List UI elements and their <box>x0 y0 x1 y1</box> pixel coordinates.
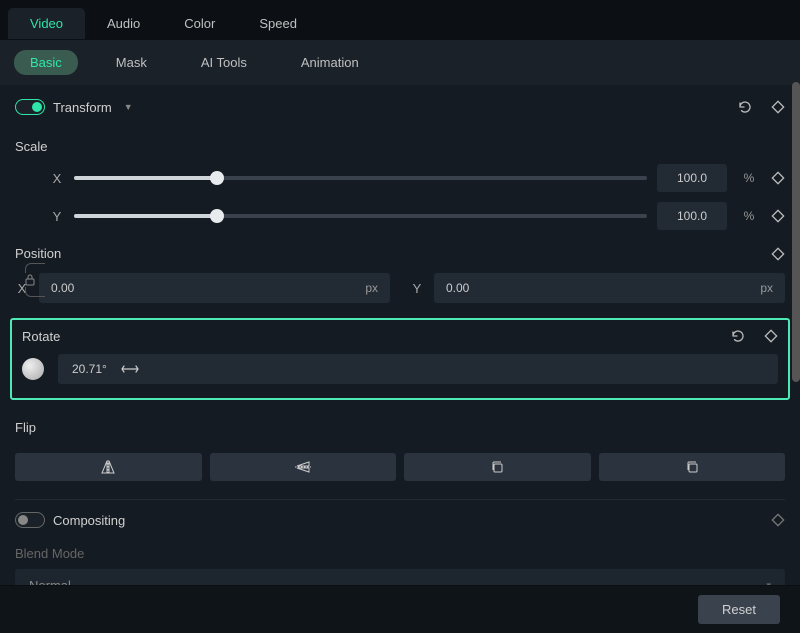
reset-button[interactable]: Reset <box>698 595 780 624</box>
scale-label: Scale <box>15 129 785 164</box>
position-row: X 0.00 px Y 0.00 px <box>15 273 785 303</box>
tab-audio[interactable]: Audio <box>85 8 162 39</box>
sub-tabs: Basic Mask AI Tools Animation <box>0 40 800 85</box>
reset-icon[interactable] <box>730 328 746 344</box>
position-x-unit: px <box>365 281 378 295</box>
rotate-label: Rotate <box>22 329 60 344</box>
tab-color[interactable]: Color <box>162 8 237 39</box>
scale-x-unit: % <box>737 171 761 185</box>
subtab-mask[interactable]: Mask <box>100 50 163 75</box>
scale-x-axis-label: X <box>50 171 64 186</box>
scale-y-axis-label: Y <box>50 209 64 224</box>
top-tabs: Video Audio Color Speed <box>0 0 800 40</box>
tab-speed[interactable]: Speed <box>237 8 319 39</box>
flip-row <box>15 453 785 481</box>
keyframe-icon[interactable] <box>771 171 785 185</box>
content-panel: Transform ▼ Scale X 100.0 % Y <box>0 85 800 616</box>
scale-y-value[interactable]: 100.0 <box>657 202 727 230</box>
scale-x-thumb[interactable] <box>210 171 224 185</box>
rotate-knob[interactable] <box>22 358 44 380</box>
copy-icon <box>490 460 504 474</box>
keyframe-icon[interactable] <box>771 209 785 223</box>
flip-label: Flip <box>15 410 785 445</box>
scale-y-thumb[interactable] <box>210 209 224 223</box>
scale-y-slider[interactable] <box>74 214 647 218</box>
flip-horizontal-icon <box>100 460 116 474</box>
blend-mode-label: Blend Mode <box>15 546 785 561</box>
tab-video[interactable]: Video <box>8 8 85 39</box>
lock-link[interactable] <box>15 263 45 297</box>
position-y-unit: px <box>760 281 773 295</box>
scale-y-unit: % <box>737 209 761 223</box>
compositing-label: Compositing <box>53 513 125 528</box>
scale-x-value[interactable]: 100.0 <box>657 164 727 192</box>
keyframe-icon[interactable] <box>764 329 778 343</box>
transform-label: Transform <box>53 100 112 115</box>
paste-button[interactable] <box>599 453 786 481</box>
subtab-ai-tools[interactable]: AI Tools <box>185 50 263 75</box>
lock-icon <box>24 273 36 287</box>
chevron-down-icon[interactable]: ▼ <box>124 102 133 112</box>
reset-icon[interactable] <box>737 99 753 115</box>
position-y-input[interactable]: 0.00 px <box>434 273 785 303</box>
position-x-input[interactable]: 0.00 px <box>39 273 390 303</box>
rotate-input[interactable]: 20.71° <box>58 354 778 384</box>
flip-horizontal-button[interactable] <box>15 453 202 481</box>
keyframe-icon[interactable] <box>771 100 785 114</box>
compositing-toggle[interactable] <box>15 512 45 528</box>
keyframe-icon[interactable] <box>771 247 785 261</box>
subtab-animation[interactable]: Animation <box>285 50 375 75</box>
flip-vertical-icon <box>295 460 311 474</box>
rotate-section: Rotate 20.71° <box>10 318 790 400</box>
flip-vertical-button[interactable] <box>210 453 397 481</box>
position-x-value: 0.00 <box>51 281 74 295</box>
copy-button[interactable] <box>404 453 591 481</box>
scale-y-row: Y 100.0 % <box>15 202 785 230</box>
transform-header: Transform ▼ <box>15 85 785 129</box>
transform-toggle[interactable] <box>15 99 45 115</box>
position-y-value: 0.00 <box>446 281 469 295</box>
drag-horizontal-icon <box>121 364 139 374</box>
keyframe-icon[interactable] <box>771 513 785 527</box>
scrollbar[interactable] <box>792 82 800 382</box>
scale-x-row: X 100.0 % <box>15 164 785 192</box>
rotate-value: 20.71° <box>72 362 107 376</box>
paste-icon <box>685 460 699 474</box>
footer: Reset <box>0 585 800 633</box>
scale-x-slider[interactable] <box>74 176 647 180</box>
position-y-axis-label: Y <box>410 281 424 296</box>
subtab-basic[interactable]: Basic <box>14 50 78 75</box>
